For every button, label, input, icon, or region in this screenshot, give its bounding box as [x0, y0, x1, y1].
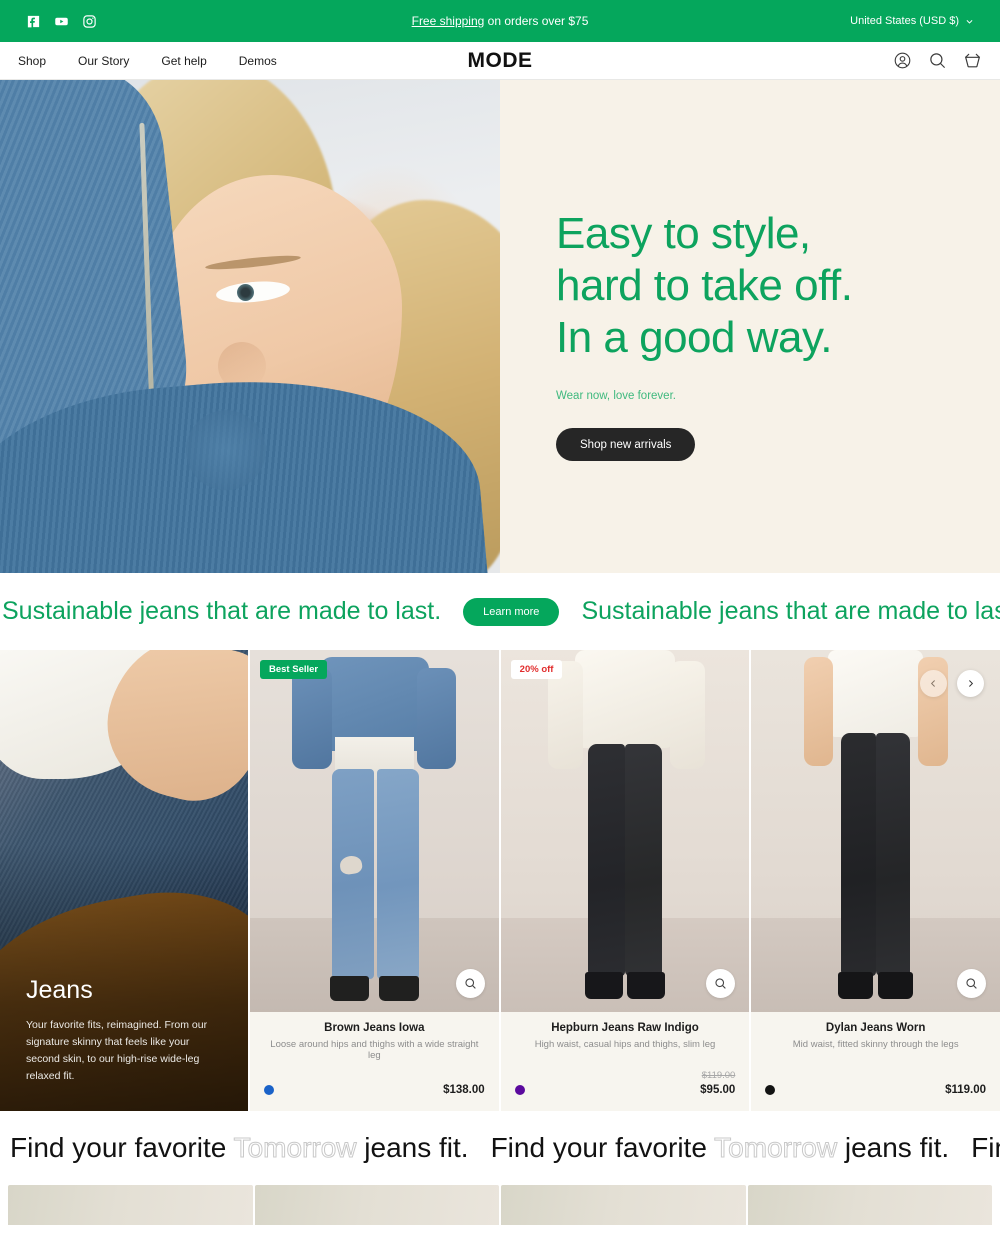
- color-swatch[interactable]: [514, 1085, 525, 1095]
- product-card[interactable]: Best Seller Brown Jeans Iowa Loose aroun…: [250, 650, 499, 1111]
- product-compare-at-price: $119.00: [701, 1070, 736, 1081]
- product-price: $119.00: [945, 1084, 987, 1096]
- announcement-bar: Free shipping on orders over $75 United …: [0, 0, 1000, 42]
- product-price-group: $119.00: [945, 1082, 986, 1097]
- collection-card-jeans[interactable]: Jeans Your favorite fits, reimagined. Fr…: [0, 650, 248, 1111]
- product-description: Mid waist, fitted skinny through the leg…: [792, 1039, 959, 1050]
- product-price-group: $119.00 $95.00: [700, 1069, 735, 1097]
- product-price: $95.00: [700, 1084, 736, 1096]
- preview-card[interactable]: [8, 1185, 253, 1225]
- product-name: Brown Jeans Iowa: [324, 1022, 425, 1034]
- marquee-text-2: Sustainable jeans that are made to last.: [581, 597, 1000, 625]
- fit-marquee-segment: Find your favorite Tomorrow jeans fit.: [10, 1132, 469, 1164]
- next-section-preview: [0, 1185, 1000, 1225]
- collection-title: Jeans: [26, 976, 93, 1004]
- quick-view-button[interactable]: [957, 969, 987, 998]
- product-name: Hepburn Jeans Raw Indigo: [551, 1022, 699, 1034]
- hero-heading: Easy to style, hard to take off. In a go…: [556, 208, 1000, 364]
- hero-heading-line-3: In a good way.: [556, 313, 832, 362]
- product-badge: Best Seller: [260, 660, 328, 679]
- fit-marquee-before-1: Find your favorite: [10, 1132, 234, 1163]
- carousel-next-button[interactable]: [957, 670, 984, 697]
- color-swatch[interactable]: [264, 1085, 274, 1095]
- collection-description: Your favorite fits, reimagined. From our…: [26, 1019, 208, 1082]
- fit-marquee-after-1: jeans fit.: [356, 1132, 469, 1163]
- fit-marquee-outline-2: Tomorrow: [714, 1132, 838, 1164]
- youtube-icon[interactable]: [54, 14, 69, 29]
- product-card[interactable]: Dylan Jeans Worn Mid waist, fitted skinn…: [751, 650, 1000, 1111]
- color-swatch[interactable]: [765, 1085, 776, 1095]
- instagram-icon[interactable]: [82, 14, 97, 29]
- announcement-message-rest: on orders over $75: [484, 14, 589, 28]
- carousel-prev-button[interactable]: [920, 670, 947, 697]
- product-price: $138.00: [443, 1084, 485, 1096]
- product-name: Dylan Jeans Worn: [825, 1022, 926, 1034]
- product-carousel: Jeans Your favorite fits, reimagined. Fr…: [0, 650, 1000, 1111]
- product-badge: 20% off: [510, 660, 563, 679]
- quick-view-button[interactable]: [455, 969, 485, 998]
- learn-more-button[interactable]: Learn more: [463, 597, 560, 626]
- product-card[interactable]: 20% off Hepburn Jeans Raw Indigo High wa…: [500, 650, 750, 1111]
- preview-card[interactable]: [501, 1185, 746, 1225]
- hero-image: [0, 80, 500, 573]
- fit-marquee: Find your favorite Tomorrow jeans fit. F…: [0, 1111, 1000, 1185]
- header-actions: [893, 51, 982, 70]
- site-header: Shop Our Story Get help Demos MODE: [0, 42, 1000, 80]
- hero-content: Easy to style, hard to take off. In a go…: [500, 80, 1000, 573]
- product-image: Best Seller: [250, 650, 499, 1012]
- product-image: [751, 650, 1000, 1012]
- fit-marquee-outline-1: Tomorrow: [233, 1132, 357, 1164]
- chevron-down-icon: [965, 17, 974, 26]
- cart-icon[interactable]: [963, 51, 982, 70]
- preview-card[interactable]: [747, 1185, 992, 1225]
- fit-marquee-before-3: Find your favorite: [971, 1132, 1000, 1163]
- fit-marquee-before-2: Find your favorite: [490, 1132, 715, 1163]
- hero-subheading: Wear now, love forever.: [556, 390, 676, 402]
- sustainability-marquee: Sustainable jeans that are made to last.…: [0, 573, 1000, 650]
- facebook-icon[interactable]: [26, 14, 41, 29]
- site-logo[interactable]: MODE: [0, 49, 1000, 73]
- locale-selector[interactable]: United States (USD $): [850, 15, 974, 27]
- hero-heading-line-1: Easy to style,: [556, 209, 811, 258]
- social-links: [26, 14, 97, 29]
- product-price-group: $138.00: [443, 1082, 485, 1097]
- shop-new-arrivals-button[interactable]: Shop new arrivals: [556, 428, 696, 461]
- search-icon[interactable]: [928, 51, 947, 70]
- fit-marquee-segment: Find your favorite Tomorrow jeans fit.: [971, 1132, 1000, 1164]
- product-image: 20% off: [500, 650, 750, 1012]
- product-description: High waist, casual hips and thighs, slim…: [534, 1039, 716, 1050]
- fit-marquee-after-2: jeans fit.: [837, 1132, 950, 1163]
- preview-card[interactable]: [254, 1185, 499, 1225]
- hero-heading-line-2: hard to take off.: [556, 261, 853, 310]
- account-icon[interactable]: [893, 51, 912, 70]
- fit-marquee-segment: Find your favorite Tomorrow jeans fit.: [491, 1132, 950, 1164]
- carousel-controls: [920, 670, 984, 697]
- locale-label: United States (USD $): [850, 15, 959, 27]
- hero-section: Easy to style, hard to take off. In a go…: [0, 80, 1000, 573]
- marquee-text-1: Sustainable jeans that are made to last.: [2, 597, 442, 625]
- free-shipping-link[interactable]: Free shipping: [412, 14, 485, 28]
- product-description: Loose around hips and thighs with a wide…: [270, 1039, 479, 1061]
